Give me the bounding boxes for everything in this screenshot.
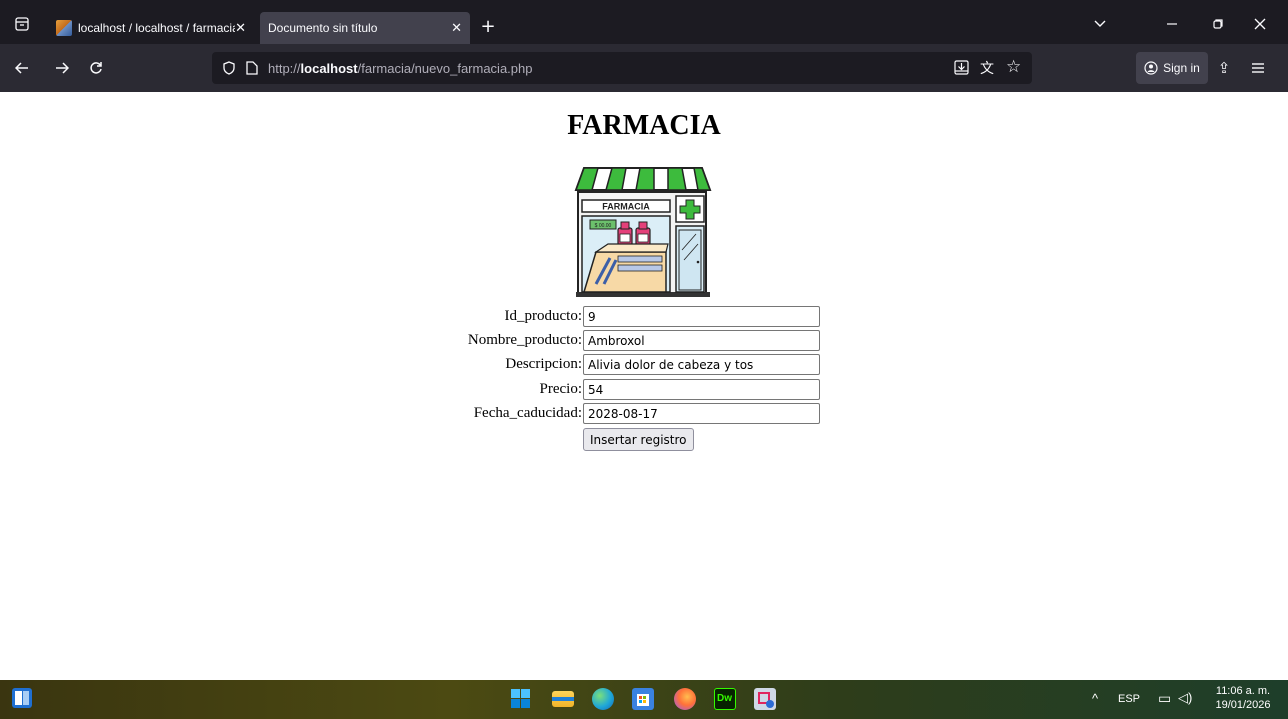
form-row-precio: Precio: 54 bbox=[0, 379, 1288, 401]
save-page-icon[interactable] bbox=[954, 60, 969, 75]
clock-time[interactable]: 11:06 a. m. bbox=[1208, 685, 1278, 697]
pharmacy-store-image: FARMACIA $ 00.00 bbox=[574, 167, 712, 297]
dreamweaver-icon[interactable]: Dw bbox=[714, 688, 736, 710]
tab-list-icon[interactable] bbox=[10, 12, 34, 36]
snipping-tool-icon[interactable] bbox=[754, 688, 776, 710]
widgets-icon[interactable] bbox=[12, 688, 32, 708]
shield-icon[interactable] bbox=[222, 61, 236, 75]
nombre-producto-label: Nombre_producto: bbox=[467, 332, 582, 348]
precio-input[interactable]: 54 bbox=[583, 379, 820, 400]
navigation-toolbar: http://localhost/farmacia/nuevo_farmacia… bbox=[0, 44, 1288, 92]
tab-title: Documento sin título bbox=[268, 21, 378, 35]
chevron-down-icon[interactable] bbox=[1088, 12, 1112, 36]
language-indicator[interactable]: ESP bbox=[1118, 693, 1140, 705]
id-producto-label: Id_producto: bbox=[504, 308, 582, 324]
form-row-id-producto: Id_producto: 9 bbox=[0, 306, 1288, 328]
fecha-caducidad-label: Fecha_caducidad: bbox=[473, 405, 582, 421]
windows-taskbar: Dw ^ ESP ▭ ◁) 11:06 a. m. 19/01/2026 bbox=[0, 680, 1288, 719]
phpmyadmin-favicon-icon bbox=[56, 20, 72, 36]
edge-icon[interactable] bbox=[592, 688, 614, 710]
page-content: FARMACIA FARMACIA $ 00.00 Id_producto: 9… bbox=[0, 92, 1288, 680]
close-icon[interactable]: ✕ bbox=[451, 20, 462, 36]
sign-in-button[interactable]: Sign in bbox=[1136, 52, 1208, 84]
insertar-registro-button[interactable]: Insertar registro bbox=[583, 428, 694, 451]
url-host: localhost bbox=[300, 60, 358, 76]
tab-title: localhost / localhost / farmacia | bbox=[78, 21, 236, 35]
back-icon[interactable] bbox=[10, 56, 34, 80]
menu-icon[interactable] bbox=[1246, 56, 1270, 80]
chevron-up-icon[interactable]: ^ bbox=[1092, 691, 1098, 706]
form-row-nombre-producto: Nombre_producto: Ambroxol bbox=[0, 330, 1288, 352]
descripcion-label: Descripcion: bbox=[505, 356, 582, 372]
account-icon bbox=[1144, 61, 1158, 75]
tab-documento[interactable]: Documento sin título ✕ bbox=[260, 12, 470, 44]
nombre-producto-input[interactable]: Ambroxol bbox=[583, 330, 820, 351]
fecha-caducidad-input[interactable]: 2028-08-17 bbox=[583, 403, 820, 424]
descripcion-input[interactable]: Alivia dolor de cabeza y tos bbox=[583, 354, 820, 375]
address-bar[interactable]: http://localhost/farmacia/nuevo_farmacia… bbox=[212, 52, 1032, 84]
close-icon[interactable]: ✕ bbox=[235, 20, 246, 36]
bookmark-star-icon[interactable]: ☆ bbox=[1006, 57, 1021, 77]
page-icon[interactable] bbox=[246, 61, 258, 75]
forward-icon[interactable] bbox=[50, 56, 74, 80]
restore-icon[interactable] bbox=[1206, 12, 1230, 36]
price-tag-text: $ 00.00 bbox=[595, 223, 612, 229]
new-tab-icon[interactable]: + bbox=[476, 14, 500, 38]
network-icon[interactable]: ▭ bbox=[1158, 690, 1171, 707]
close-window-icon[interactable] bbox=[1248, 12, 1272, 36]
store-icon[interactable] bbox=[632, 688, 654, 710]
form-row-descripcion: Descripcion: Alivia dolor de cabeza y to… bbox=[0, 354, 1288, 376]
sign-in-label: Sign in bbox=[1163, 61, 1200, 75]
file-explorer-icon[interactable] bbox=[552, 691, 574, 707]
reload-icon[interactable] bbox=[84, 56, 108, 80]
tab-bar: localhost / localhost / farmacia | ✕ Doc… bbox=[0, 0, 1288, 44]
form-row-fecha-caducidad: Fecha_caducidad: 2028-08-17 bbox=[0, 403, 1288, 425]
url-path: /farmacia/nuevo_farmacia.php bbox=[357, 60, 533, 76]
url-text: http://localhost/farmacia/nuevo_farmacia… bbox=[268, 61, 532, 76]
page-title: FARMACIA bbox=[567, 110, 721, 141]
sign-text: FARMACIA bbox=[602, 202, 650, 212]
tab-phpmyadmin[interactable]: localhost / localhost / farmacia | ✕ bbox=[48, 12, 254, 44]
extensions-icon[interactable]: ⇪ bbox=[1212, 56, 1236, 80]
translate-icon[interactable]: 文 bbox=[980, 58, 994, 78]
firefox-icon[interactable] bbox=[674, 688, 696, 710]
volume-icon[interactable]: ◁) bbox=[1178, 690, 1192, 706]
id-producto-input[interactable]: 9 bbox=[583, 306, 820, 327]
minimize-icon[interactable] bbox=[1160, 12, 1184, 36]
windows-start-icon[interactable] bbox=[510, 688, 532, 710]
precio-label: Precio: bbox=[539, 381, 583, 397]
clock-date[interactable]: 19/01/2026 bbox=[1208, 699, 1278, 711]
url-prefix: http:// bbox=[268, 60, 301, 76]
